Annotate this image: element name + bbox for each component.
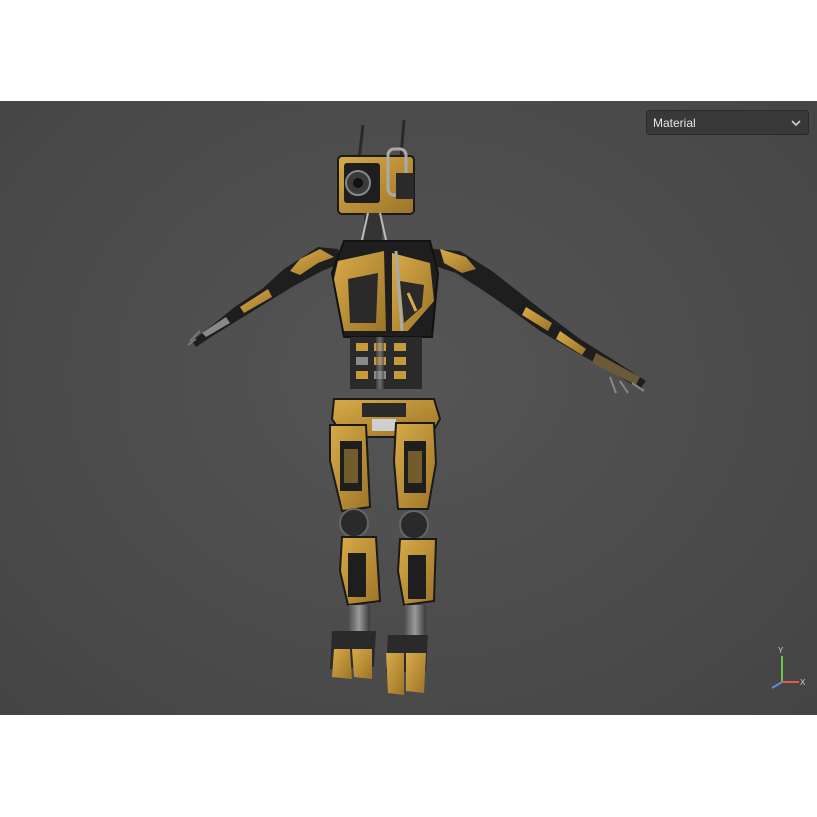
shading-mode-dropdown[interactable]: Material — [646, 110, 809, 135]
3d-viewport[interactable]: Material Y X — [0, 101, 817, 715]
z-axis-line — [771, 681, 783, 689]
robot-head — [337, 147, 415, 215]
robot-abdomen — [350, 337, 422, 389]
robot-antennas — [357, 119, 406, 161]
robot-torso — [330, 240, 440, 338]
robot-model[interactable] — [0, 101, 817, 715]
robot-left-leg — [329, 424, 382, 679]
shading-mode-value: Material — [653, 115, 696, 130]
axis-gizmo[interactable]: Y X — [762, 644, 806, 692]
y-axis-label: Y — [778, 646, 784, 655]
robot-right-leg — [386, 422, 438, 695]
chevron-down-icon — [791, 120, 801, 127]
robot-left-arm — [187, 247, 342, 347]
x-axis-label: X — [800, 678, 806, 687]
robot-right-arm — [432, 249, 646, 394]
